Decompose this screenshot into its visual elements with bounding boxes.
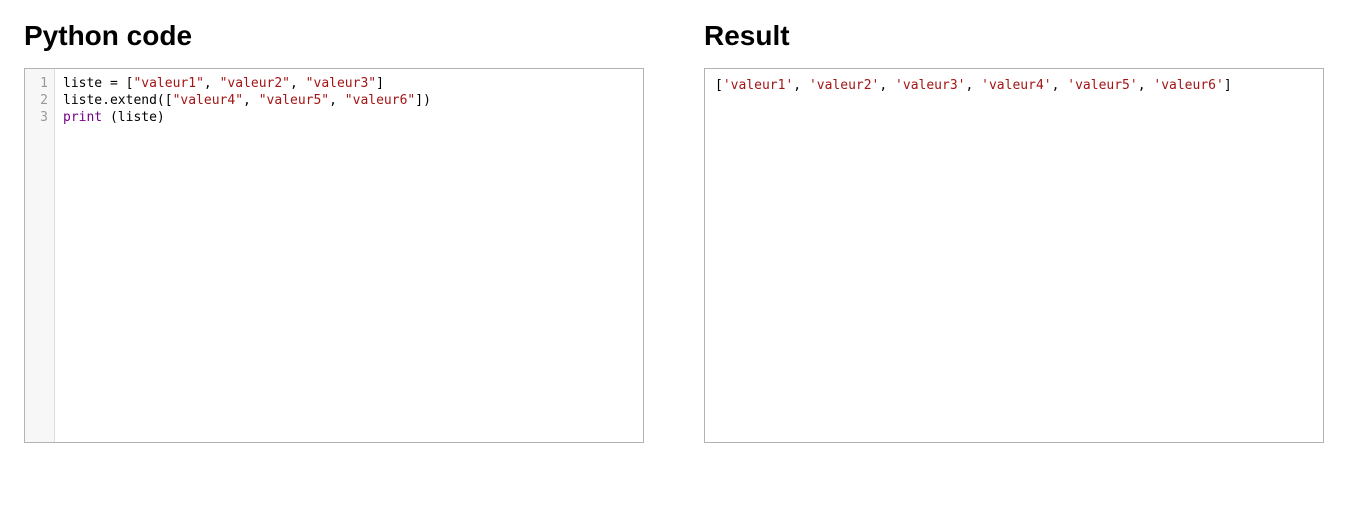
- code-area[interactable]: liste = ["valeur1", "valeur2", "valeur3"…: [55, 69, 643, 442]
- line-number: 3: [35, 109, 48, 126]
- code-line[interactable]: liste.extend(["valeur4", "valeur5", "val…: [63, 92, 635, 109]
- code-panel: Python code 123 liste = ["valeur1", "val…: [24, 20, 644, 443]
- result-panel: Result ['valeur1', 'valeur2', 'valeur3',…: [704, 20, 1324, 443]
- code-editor[interactable]: 123 liste = ["valeur1", "valeur2", "vale…: [24, 68, 644, 443]
- line-number: 2: [35, 92, 48, 109]
- result-panel-title: Result: [704, 20, 1324, 52]
- result-output: ['valeur1', 'valeur2', 'valeur3', 'valeu…: [704, 68, 1324, 443]
- code-panel-title: Python code: [24, 20, 644, 52]
- line-number: 1: [35, 75, 48, 92]
- code-line[interactable]: liste = ["valeur1", "valeur2", "valeur3"…: [63, 75, 635, 92]
- code-line[interactable]: print (liste): [63, 109, 635, 126]
- line-number-gutter: 123: [25, 69, 55, 442]
